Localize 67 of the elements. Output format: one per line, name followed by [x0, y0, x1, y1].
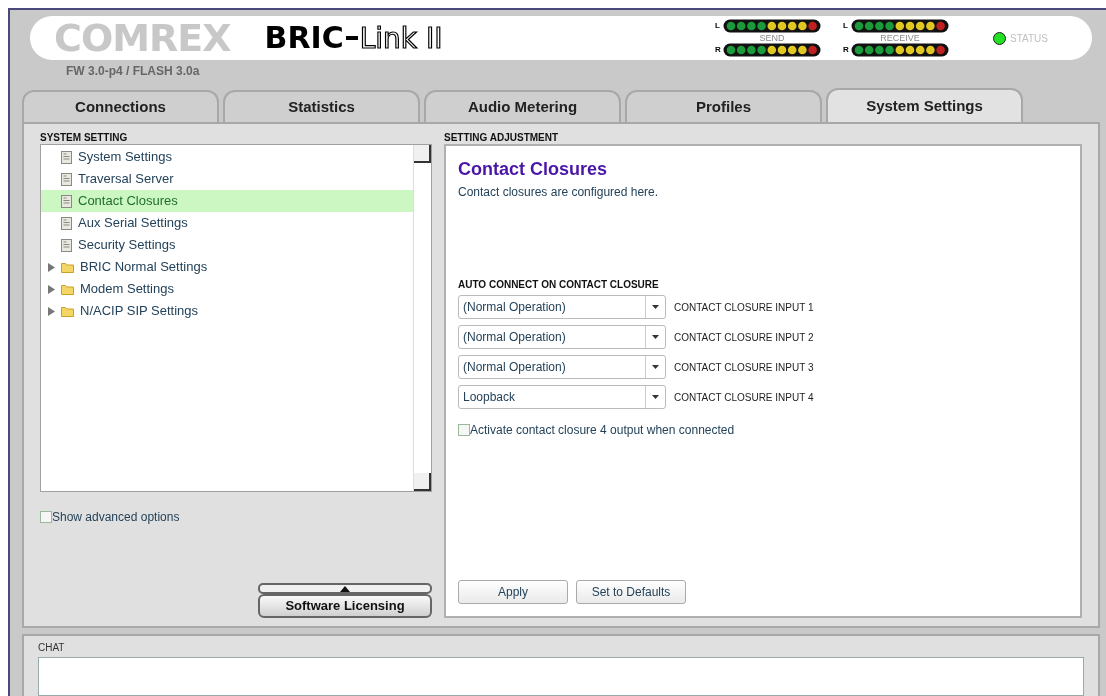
tree-item[interactable]: System Settings	[41, 146, 413, 168]
dropdown[interactable]: (Normal Operation)	[458, 325, 666, 349]
advanced-checkbox[interactable]	[40, 511, 52, 523]
action-button[interactable]: Set to Defaults	[576, 580, 686, 604]
dropdown[interactable]: Loopback	[458, 385, 666, 409]
led-meter-icon	[851, 43, 950, 57]
caret-icon	[652, 335, 659, 339]
software-licensing-button[interactable]: Software Licensing	[258, 594, 432, 618]
channel-label: R	[715, 44, 722, 56]
document-icon	[61, 238, 72, 252]
panel-title: SETTING ADJUSTMENT	[444, 131, 560, 144]
document-icon	[61, 216, 72, 230]
led-meter-icon	[723, 43, 822, 57]
tree-item[interactable]: BRIC Normal Settings	[41, 256, 413, 278]
collapsed-triangle-icon[interactable]	[47, 306, 55, 316]
up-triangle-icon	[340, 585, 350, 592]
scroll-thumb[interactable]	[414, 473, 431, 491]
document-icon	[61, 194, 72, 208]
caret-icon	[652, 395, 659, 399]
tree-item[interactable]: Modem Settings	[41, 278, 413, 300]
folder-icon	[61, 305, 74, 317]
section-description: Contact closures are configured here.	[458, 184, 660, 201]
collapsed-triangle-icon[interactable]	[47, 284, 55, 294]
firmware-version: FW 3.0-p4 / FLASH 3.0a	[66, 63, 201, 78]
action-button[interactable]: Apply	[458, 580, 568, 604]
panel-title: SYSTEM SETTING	[40, 131, 129, 144]
expand-handle[interactable]	[258, 583, 432, 594]
document-icon	[61, 172, 72, 186]
tree-item[interactable]: Contact Closures	[41, 190, 413, 212]
checkbox-label: Show advanced options	[52, 509, 180, 526]
tab[interactable]: Connections	[22, 90, 219, 122]
tree-item[interactable]: Aux Serial Settings	[41, 212, 413, 234]
product-logo-suffix: Link II	[359, 25, 443, 53]
tab[interactable]: Statistics	[223, 90, 420, 122]
section-heading: Contact Closures	[458, 158, 609, 181]
folder-icon	[61, 261, 74, 273]
tree-item[interactable]: N/ACIP SIP Settings	[41, 300, 413, 322]
dropdown[interactable]: (Normal Operation)	[458, 355, 666, 379]
meter-label: SEND	[758, 33, 786, 43]
output-checkbox[interactable]	[458, 424, 470, 436]
input-label: CONTACT CLOSURE INPUT 1	[674, 300, 814, 315]
tab[interactable]: Profiles	[625, 90, 822, 122]
led-meter-icon	[723, 19, 822, 33]
collapsed-triangle-icon[interactable]	[47, 262, 55, 272]
channel-label: L	[715, 20, 721, 32]
product-logo: BRIC	[264, 23, 344, 53]
caret-icon	[652, 365, 659, 369]
scroll-thumb[interactable]	[414, 145, 431, 163]
input-label: CONTACT CLOSURE INPUT 3	[674, 360, 814, 375]
tab[interactable]: System Settings	[826, 88, 1023, 122]
channel-label: L	[843, 20, 849, 32]
caret-icon	[652, 305, 659, 309]
status-label: STATUS	[1010, 31, 1048, 46]
checkbox-label: Activate contact closure 4 output when connected	[470, 422, 735, 439]
input-label: CONTACT CLOSURE INPUT 2	[674, 330, 814, 345]
channel-label: R	[843, 44, 850, 56]
folder-icon	[61, 283, 74, 295]
dropdown[interactable]: (Normal Operation)	[458, 295, 666, 319]
meter-label: RECEIVE	[879, 33, 921, 43]
tree-item[interactable]: Traversal Server	[41, 168, 413, 190]
input-label: CONTACT CLOSURE INPUT 4	[674, 390, 814, 405]
document-icon	[61, 150, 72, 164]
tab[interactable]: Audio Metering	[424, 90, 621, 122]
chat-title: CHAT	[38, 641, 66, 655]
group-label: AUTO CONNECT ON CONTACT CLOSURE	[458, 278, 660, 292]
led-meter-icon	[851, 19, 950, 33]
tree-item[interactable]: Security Settings	[41, 234, 413, 256]
